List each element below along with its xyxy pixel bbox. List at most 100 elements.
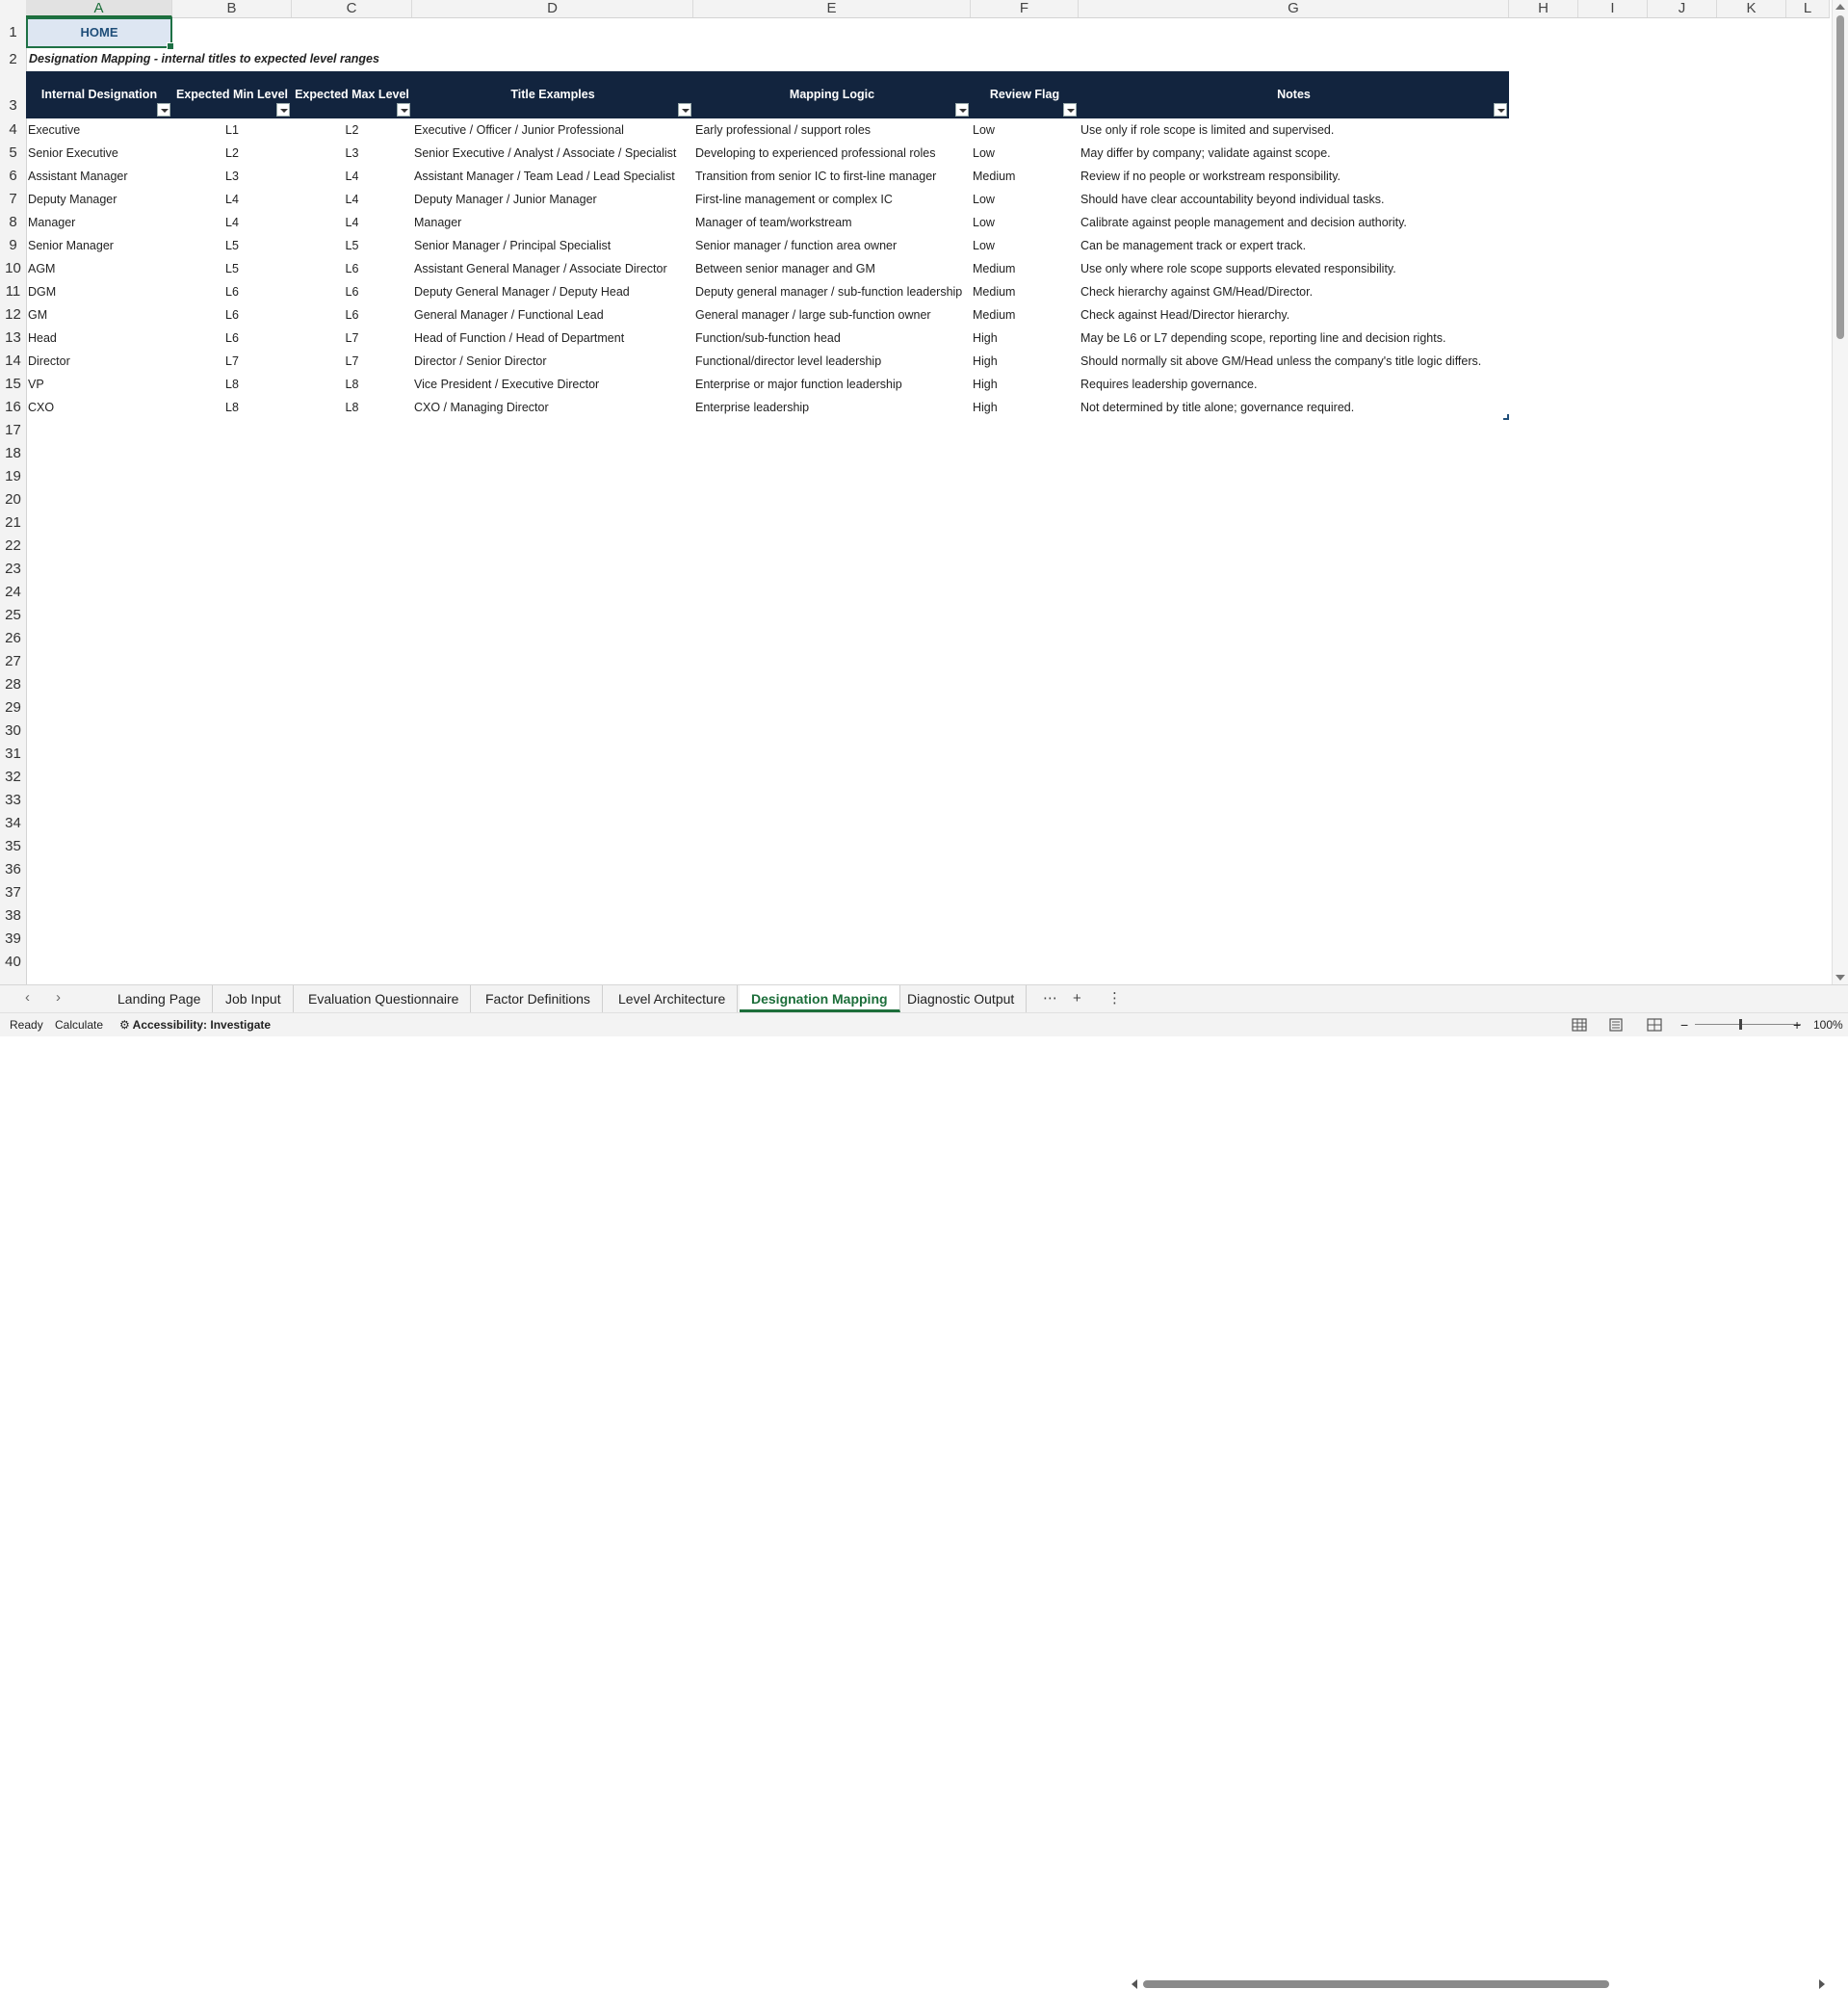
tab-diagnostic-output[interactable]: Diagnostic Output xyxy=(896,985,1028,1012)
cell-mapping-logic[interactable]: Deputy general manager / sub-function le… xyxy=(695,280,971,303)
horizontal-scrollbar[interactable] xyxy=(1132,1979,1825,1989)
cell-review-flag[interactable]: High xyxy=(973,396,1079,419)
filter-dropdown-icon[interactable] xyxy=(276,103,290,117)
cell-review-flag[interactable]: Low xyxy=(973,118,1079,142)
column-header-c[interactable]: C xyxy=(292,0,412,17)
filter-dropdown-icon[interactable] xyxy=(955,103,969,117)
column-header-k[interactable]: K xyxy=(1717,0,1786,17)
cell-max-level[interactable]: L6 xyxy=(292,280,412,303)
cell-mapping-logic[interactable]: Between senior manager and GM xyxy=(695,257,971,280)
cell-max-level[interactable]: L3 xyxy=(292,142,412,165)
row-header-26[interactable]: 26 xyxy=(0,627,26,650)
row-header-23[interactable]: 23 xyxy=(0,558,26,581)
column-header-d[interactable]: D xyxy=(412,0,693,17)
cell-designation[interactable]: Deputy Manager xyxy=(28,188,170,211)
row-header-5[interactable]: 5 xyxy=(0,142,26,165)
filter-dropdown-icon[interactable] xyxy=(397,103,410,117)
row-header-27[interactable]: 27 xyxy=(0,650,26,673)
cell-notes[interactable]: Should have clear accountability beyond … xyxy=(1080,188,1509,211)
page-break-preview-icon[interactable] xyxy=(1647,1018,1662,1032)
column-header-j[interactable]: J xyxy=(1648,0,1717,17)
cell-mapping-logic[interactable]: Function/sub-function head xyxy=(695,327,971,350)
options-icon[interactable]: ⋮ xyxy=(1107,985,1122,1012)
scroll-right-icon[interactable] xyxy=(1819,1979,1825,1989)
tab-designation-mapping[interactable]: Designation Mapping xyxy=(740,985,900,1012)
zoom-in-icon[interactable]: + xyxy=(1793,1013,1801,1036)
cell-notes[interactable]: Should normally sit above GM/Head unless… xyxy=(1080,350,1509,373)
cell-mapping-logic[interactable]: Transition from senior IC to first-line … xyxy=(695,165,971,188)
zoom-slider[interactable] xyxy=(1695,1024,1801,1025)
scroll-up-icon[interactable] xyxy=(1835,4,1845,10)
cell-notes[interactable]: Use only where role scope supports eleva… xyxy=(1080,257,1509,280)
more-sheets-icon[interactable]: ⋯ xyxy=(1043,985,1057,1012)
cell-min-level[interactable]: L8 xyxy=(172,373,292,396)
filter-dropdown-icon[interactable] xyxy=(157,103,170,117)
cell-designation[interactable]: Senior Executive xyxy=(28,142,170,165)
cell-notes[interactable]: Use only if role scope is limited and su… xyxy=(1080,118,1509,142)
cell-review-flag[interactable]: Low xyxy=(973,211,1079,234)
cell-mapping-logic[interactable]: Enterprise leadership xyxy=(695,396,971,419)
cell-designation[interactable]: AGM xyxy=(28,257,170,280)
row-header-12[interactable]: 12 xyxy=(0,303,26,327)
row-header-16[interactable]: 16 xyxy=(0,396,26,419)
row-header-19[interactable]: 19 xyxy=(0,465,26,488)
cell-designation[interactable]: VP xyxy=(28,373,170,396)
cell-notes[interactable]: Review if no people or workstream respon… xyxy=(1080,165,1509,188)
scroll-down-icon[interactable] xyxy=(1835,975,1845,981)
tab-job-input[interactable]: Job Input xyxy=(214,985,294,1012)
cell-max-level[interactable]: L8 xyxy=(292,373,412,396)
cell-notes[interactable]: May be L6 or L7 depending scope, reporti… xyxy=(1080,327,1509,350)
cell-title-examples[interactable]: CXO / Managing Director xyxy=(414,396,693,419)
spreadsheet-grid[interactable]: A B C D E F G H I J K L 1 2 3 4 5 6 7 8 9 10 11 12 1… xyxy=(0,0,1848,984)
cell-title-examples[interactable]: Assistant Manager / Team Lead / Lead Spe… xyxy=(414,165,693,188)
row-header-32[interactable]: 32 xyxy=(0,766,26,789)
cell-review-flag[interactable]: Medium xyxy=(973,257,1079,280)
accessibility-button[interactable]: ⚙ Accessibility: Investigate xyxy=(119,1013,271,1036)
tab-factor-definitions[interactable]: Factor Definitions xyxy=(474,985,603,1012)
row-header-39[interactable]: 39 xyxy=(0,928,26,951)
cell-review-flag[interactable]: Low xyxy=(973,234,1079,257)
cell-max-level[interactable]: L2 xyxy=(292,118,412,142)
column-header-g[interactable]: G xyxy=(1079,0,1509,17)
row-header-13[interactable]: 13 xyxy=(0,327,26,350)
cell-max-level[interactable]: L7 xyxy=(292,350,412,373)
row-header-38[interactable]: 38 xyxy=(0,904,26,928)
home-button[interactable]: HOME xyxy=(26,17,174,50)
prev-sheet-icon[interactable]: ‹ xyxy=(25,989,30,1006)
cell-max-level[interactable]: L4 xyxy=(292,165,412,188)
row-header-20[interactable]: 20 xyxy=(0,488,26,511)
cell-max-level[interactable]: L5 xyxy=(292,234,412,257)
zoom-slider-thumb[interactable] xyxy=(1739,1019,1742,1030)
cell-min-level[interactable]: L3 xyxy=(172,165,292,188)
row-header-36[interactable]: 36 xyxy=(0,858,26,881)
cell-notes[interactable]: Check against Head/Director hierarchy. xyxy=(1080,303,1509,327)
row-header-29[interactable]: 29 xyxy=(0,696,26,720)
row-header-34[interactable]: 34 xyxy=(0,812,26,835)
tab-evaluation-questionnaire[interactable]: Evaluation Questionnaire xyxy=(297,985,472,1012)
column-header-i[interactable]: I xyxy=(1578,0,1648,17)
cell-max-level[interactable]: L6 xyxy=(292,303,412,327)
row-header-10[interactable]: 10 xyxy=(0,257,26,280)
cell-title-examples[interactable]: Executive / Officer / Junior Professiona… xyxy=(414,118,693,142)
row-header-21[interactable]: 21 xyxy=(0,511,26,535)
cell-designation[interactable]: Director xyxy=(28,350,170,373)
row-header-7[interactable]: 7 xyxy=(0,188,26,211)
cell-mapping-logic[interactable]: Manager of team/workstream xyxy=(695,211,971,234)
zoom-out-icon[interactable]: − xyxy=(1680,1013,1688,1036)
row-header-33[interactable]: 33 xyxy=(0,789,26,812)
cell-designation[interactable]: DGM xyxy=(28,280,170,303)
cell-title-examples[interactable]: Director / Senior Director xyxy=(414,350,693,373)
cell-review-flag[interactable]: High xyxy=(973,350,1079,373)
row-header-4[interactable]: 4 xyxy=(0,118,26,142)
table-resize-handle[interactable] xyxy=(1503,414,1509,420)
cell-title-examples[interactable]: Vice President / Executive Director xyxy=(414,373,693,396)
cell-title-examples[interactable]: Deputy Manager / Junior Manager xyxy=(414,188,693,211)
cell-max-level[interactable]: L8 xyxy=(292,396,412,419)
column-header-f[interactable]: F xyxy=(971,0,1079,17)
row-header-2[interactable]: 2 xyxy=(0,48,26,71)
cell-mapping-logic[interactable]: Early professional / support roles xyxy=(695,118,971,142)
cell-max-level[interactable]: L4 xyxy=(292,211,412,234)
column-header-e[interactable]: E xyxy=(693,0,971,17)
cell-review-flag[interactable]: High xyxy=(973,327,1079,350)
cell-mapping-logic[interactable]: General manager / large sub-function own… xyxy=(695,303,971,327)
